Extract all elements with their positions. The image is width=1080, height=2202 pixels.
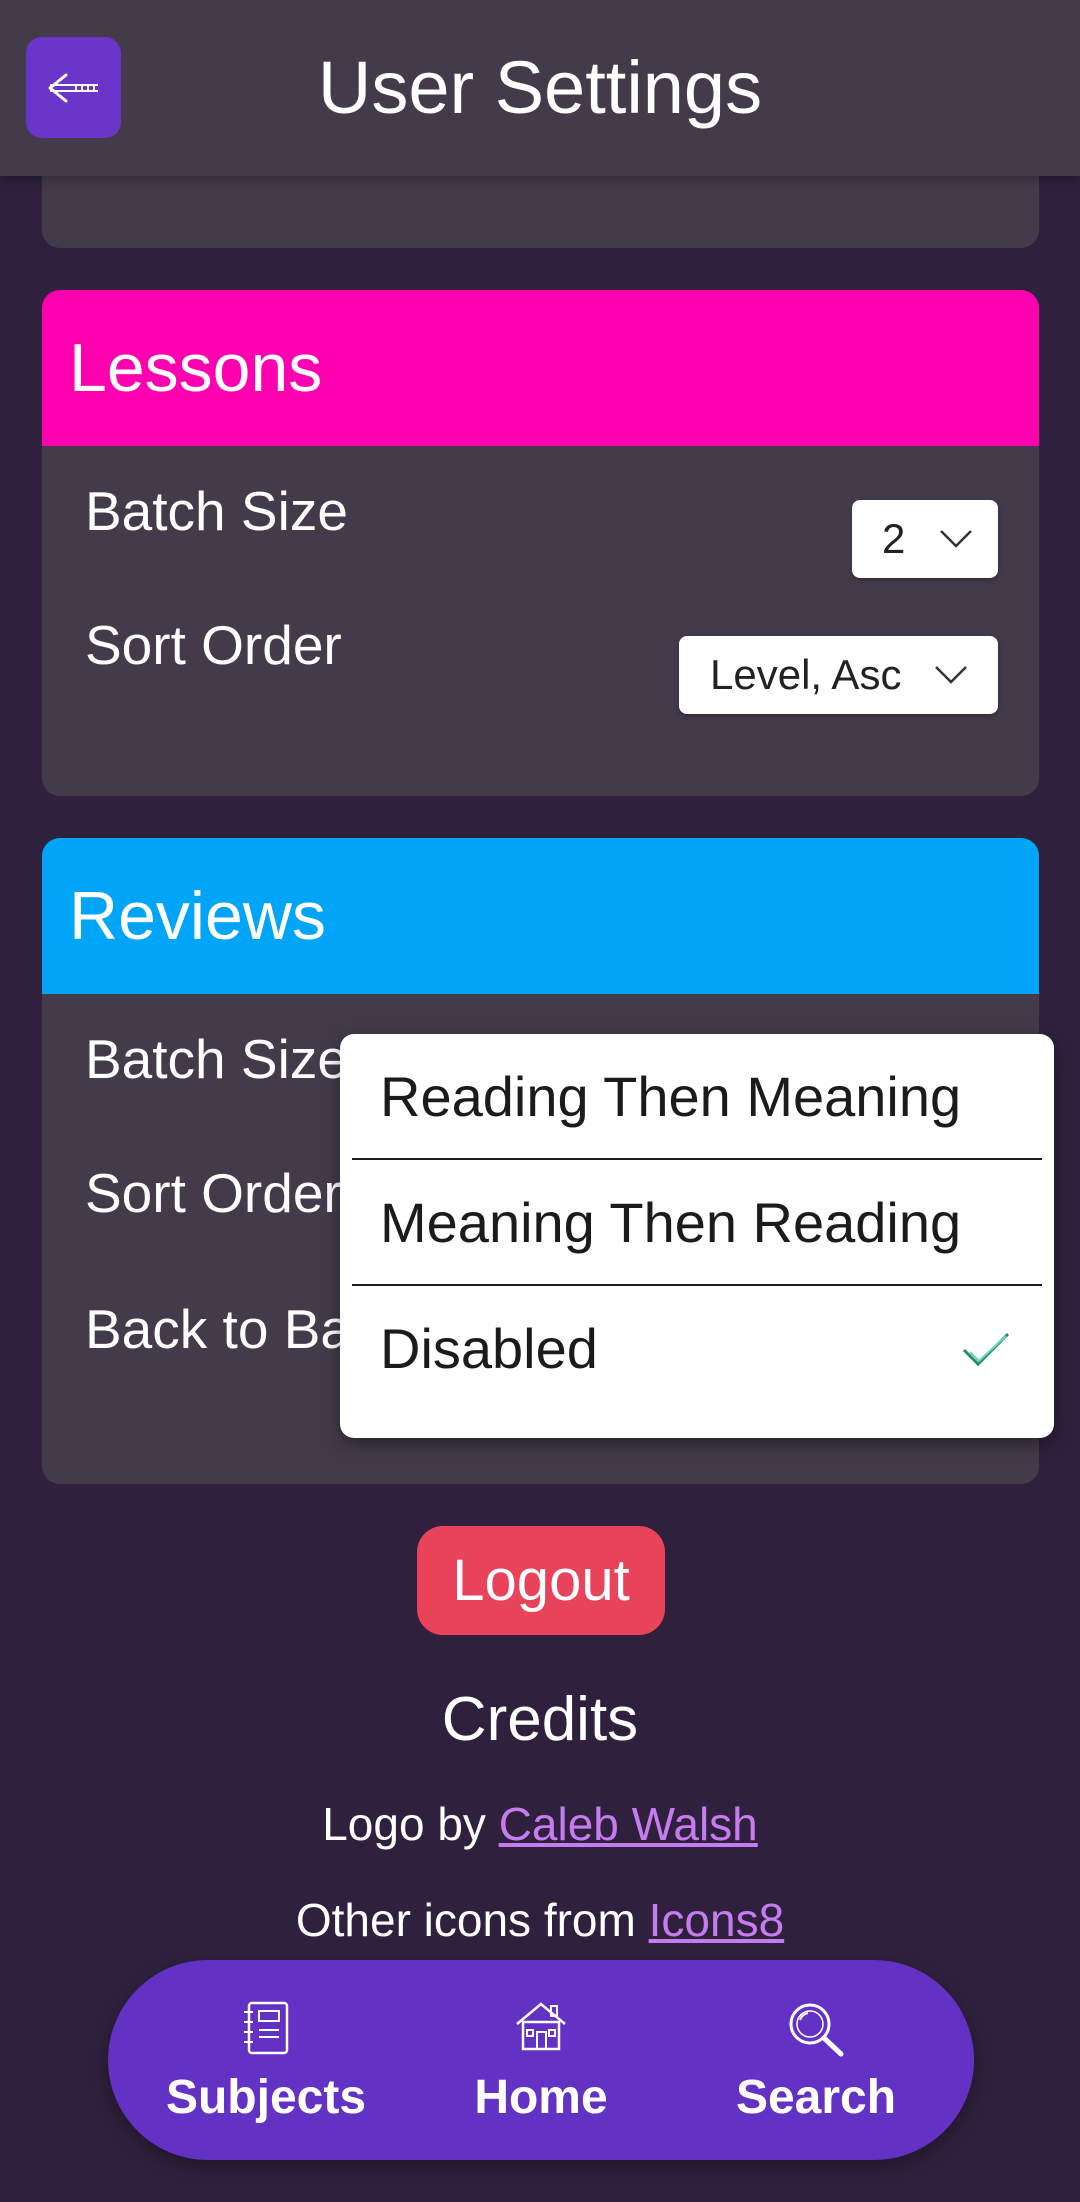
- lessons-sort-order-value: Level, Asc: [710, 651, 902, 698]
- option-label: Reading Then Meaning: [380, 1065, 962, 1128]
- icons-credit: Other icons from Icons8: [0, 1890, 1080, 1950]
- reviews-sort-order-label: Sort Order: [85, 1162, 342, 1224]
- nav-item-search[interactable]: Search: [696, 1960, 936, 2160]
- chevron-down-icon: [940, 530, 972, 548]
- logout-button[interactable]: Logout: [417, 1526, 665, 1635]
- nav-label: Subjects: [165, 2071, 367, 2124]
- lessons-sort-order-label: Sort Order: [85, 614, 342, 676]
- nav-item-home[interactable]: Home: [421, 1960, 661, 2160]
- icons-credit-prefix: Other icons from: [295, 1894, 649, 1946]
- dropdown-option-reading-then-meaning[interactable]: Reading Then Meaning: [340, 1034, 1054, 1160]
- lessons-batch-size-label: Batch Size: [85, 480, 348, 542]
- logo-author-link[interactable]: Caleb Walsh: [499, 1798, 758, 1850]
- credits-title: Credits: [441, 1685, 639, 1754]
- search-icon: [789, 2003, 844, 2057]
- reviews-card-header: Reviews: [42, 838, 1039, 994]
- dropdown-option-meaning-then-reading[interactable]: Meaning Then Reading: [340, 1160, 1054, 1286]
- checkmark-icon: [962, 1332, 1010, 1367]
- dropdown-option-disabled[interactable]: Disabled: [340, 1286, 1054, 1412]
- icons8-link[interactable]: Icons8: [649, 1894, 785, 1946]
- home-icon: [516, 2002, 566, 2051]
- logo-credit: Logo by Caleb Walsh: [0, 1794, 1080, 1854]
- lessons-batch-size-value: 2: [882, 515, 906, 562]
- option-label: Meaning Then Reading: [380, 1191, 962, 1254]
- lessons-batch-size-select[interactable]: 2: [852, 500, 998, 578]
- page-title: User Settings: [317, 46, 763, 129]
- reviews-batch-size-label: Batch Size: [85, 1028, 348, 1090]
- notebook-icon: [244, 2001, 289, 2055]
- lessons-card-header: Lessons: [42, 290, 1039, 446]
- bottom-nav: Subjects Home Search: [108, 1960, 974, 2160]
- lessons-title: Lessons: [69, 330, 323, 406]
- nav-label: Home: [474, 2071, 608, 2124]
- chevron-down-icon: [935, 666, 967, 684]
- nav-label: Search: [735, 2071, 897, 2124]
- logo-credit-prefix: Logo by: [322, 1798, 499, 1850]
- reviews-title: Reviews: [69, 878, 326, 954]
- back-to-back-dropdown: Reading Then Meaning Meaning Then Readin…: [340, 1034, 1054, 1438]
- option-label: Disabled: [380, 1317, 598, 1380]
- lessons-sort-order-select[interactable]: Level, Asc: [679, 636, 998, 714]
- lessons-card: Lessons Batch Size 2 Sort Order Level, A…: [42, 290, 1039, 796]
- nav-item-subjects[interactable]: Subjects: [146, 1960, 386, 2160]
- app-header: User Settings: [0, 0, 1080, 176]
